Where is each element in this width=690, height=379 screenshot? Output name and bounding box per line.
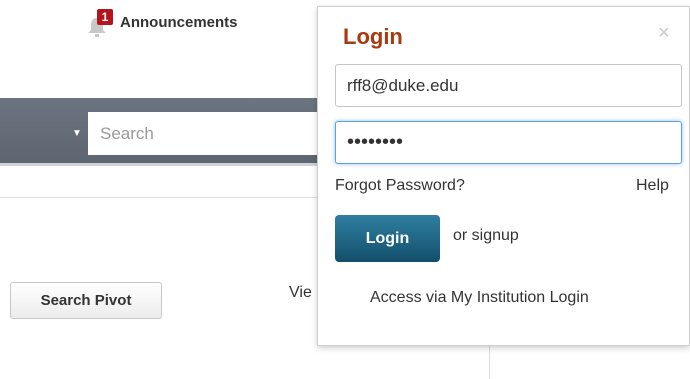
login-title: Login <box>343 24 403 49</box>
view-link[interactable]: Vie <box>289 284 312 302</box>
bell-icon: 1 <box>86 8 118 38</box>
login-dropdown-panel: Login × rff8@duke.edu •••••••• Forgot Pa… <box>317 6 690 346</box>
search-input[interactable]: Search <box>88 112 328 155</box>
search-pivot-button[interactable]: Search Pivot <box>10 282 162 319</box>
divider-vertical <box>489 345 490 379</box>
close-icon[interactable]: × <box>658 23 670 43</box>
announcements-label: Announcements <box>120 14 238 31</box>
announcements-link[interactable]: 1 Announcements <box>86 8 238 38</box>
password-field[interactable]: •••••••• <box>335 121 682 164</box>
forgot-password-link[interactable]: Forgot Password? <box>335 177 465 195</box>
navbar-bottom-border <box>0 163 330 166</box>
help-link[interactable]: Help <box>636 177 669 195</box>
login-button[interactable]: Login <box>335 215 440 262</box>
institution-login-link[interactable]: Access via My Institution Login <box>370 289 589 307</box>
signup-link[interactable]: or signup <box>453 227 519 245</box>
caret-down-icon[interactable]: ▼ <box>72 128 82 139</box>
announcements-count-badge: 1 <box>97 9 113 25</box>
email-field[interactable]: rff8@duke.edu <box>335 64 682 107</box>
